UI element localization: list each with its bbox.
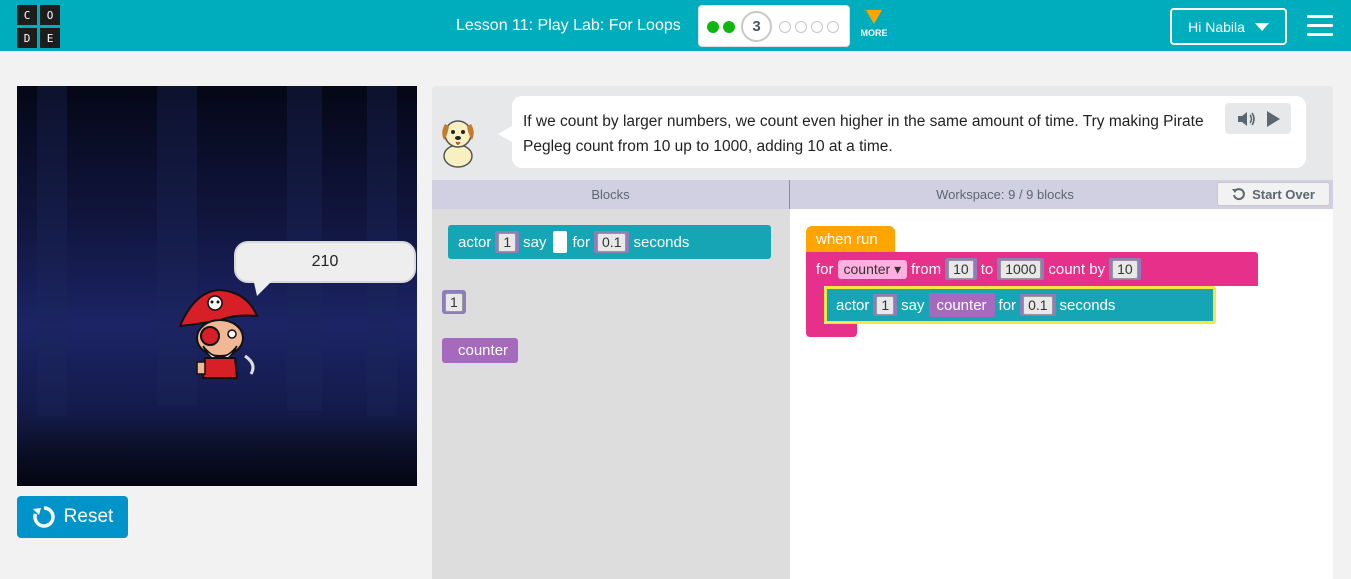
- logo-letter: C: [17, 5, 37, 25]
- speaker-icon[interactable]: [1236, 110, 1256, 128]
- workspace[interactable]: when run for counter ▾ from 10 to 1000 c…: [790, 209, 1333, 579]
- workspace-header: Blocks Workspace: 9 / 9 blocks Start Ove…: [432, 180, 1333, 209]
- top-bar: C O D E Lesson 11: Play Lab: For Loops 3…: [0, 0, 1351, 51]
- level-dot-current[interactable]: 3: [741, 11, 772, 42]
- to-number-slot[interactable]: 1000: [997, 258, 1045, 280]
- from-number-slot[interactable]: 10: [945, 258, 977, 280]
- more-label: MORE: [860, 28, 888, 38]
- say-block[interactable]: actor 1 say for 0.1 seconds: [448, 225, 771, 259]
- undo-icon: [1232, 188, 1245, 201]
- loop-footer: [806, 324, 857, 337]
- block-label: to: [980, 260, 994, 278]
- loop-body-bar: [806, 286, 824, 324]
- by-number-slot[interactable]: 10: [1109, 258, 1141, 280]
- block-label: from: [911, 260, 942, 278]
- block-label: actor: [458, 233, 492, 251]
- level-dot-completed[interactable]: [723, 21, 735, 33]
- instructions-panel: If we count by larger numbers, we count …: [432, 86, 1333, 180]
- pirate-sprite: [178, 288, 259, 379]
- more-triangle-icon: [866, 10, 882, 24]
- speech-text: 210: [311, 253, 339, 270]
- block-label: actor: [836, 296, 870, 314]
- counter-variable-block[interactable]: counter: [928, 293, 995, 317]
- instructions-bubble: If we count by larger numbers, we count …: [498, 96, 1306, 168]
- reset-button[interactable]: Reset: [17, 496, 128, 538]
- say-block[interactable]: actor 1 say counter for 0.1 seconds: [824, 286, 1216, 324]
- block-label: for: [998, 296, 1017, 314]
- hamburger-menu-icon[interactable]: [1307, 15, 1333, 37]
- level-dot[interactable]: [811, 21, 823, 33]
- level-dot[interactable]: [827, 21, 839, 33]
- reset-label: Reset: [63, 506, 114, 527]
- block-label: for: [816, 260, 834, 278]
- number-slot[interactable]: 1: [495, 231, 520, 253]
- lesson-title[interactable]: Lesson 11: Play Lab: For Loops: [456, 17, 681, 35]
- logo-letter: E: [40, 28, 60, 48]
- toolbox-title: Blocks: [591, 187, 630, 202]
- empty-slot[interactable]: [552, 231, 567, 253]
- game-canvas[interactable]: 210: [17, 86, 417, 486]
- number-slot[interactable]: 0.1: [1020, 294, 1056, 316]
- start-over-button[interactable]: Start Over: [1217, 182, 1330, 206]
- reset-icon: [32, 506, 55, 528]
- instructions-text: If we count by larger numbers, we count …: [523, 113, 1204, 155]
- toolbox: actor 1 say for 0.1 seconds 1 counter: [432, 209, 790, 579]
- workspace-title: Workspace: 9 / 9 blocks: [936, 187, 1074, 202]
- variable-dropdown[interactable]: counter ▾: [837, 259, 908, 279]
- block-label: seconds: [633, 233, 690, 251]
- speech-bubble: 210: [234, 241, 416, 283]
- block-label: when run: [816, 230, 878, 248]
- level-dot-completed[interactable]: [707, 21, 719, 33]
- user-menu-button[interactable]: Hi Nabila: [1170, 8, 1287, 45]
- when-run-block[interactable]: when run: [806, 226, 895, 252]
- variable-label: counter: [458, 342, 509, 359]
- number-slot[interactable]: 0.1: [594, 231, 630, 253]
- code-logo[interactable]: C O D E: [17, 5, 60, 48]
- block-label: count by: [1048, 260, 1106, 278]
- level-dot[interactable]: [795, 21, 807, 33]
- level-progress: 3: [698, 5, 850, 47]
- chevron-down-icon: [1254, 22, 1269, 31]
- play-icon[interactable]: [1265, 110, 1281, 128]
- logo-letter: O: [40, 5, 60, 25]
- block-label: say: [901, 296, 925, 314]
- user-greeting: Hi Nabila: [1188, 18, 1245, 35]
- block-label: say: [523, 233, 547, 251]
- number-block[interactable]: 1: [442, 290, 466, 314]
- variable-block[interactable]: counter: [442, 338, 519, 363]
- level-dot[interactable]: [779, 21, 791, 33]
- number-slot[interactable]: 1: [873, 294, 898, 316]
- block-label: for: [572, 233, 591, 251]
- for-loop-block[interactable]: for counter ▾ from 10 to 1000 count by 1…: [806, 252, 1258, 286]
- block-label: seconds: [1059, 296, 1116, 314]
- start-over-label: Start Over: [1252, 186, 1315, 202]
- logo-letter: D: [17, 28, 37, 48]
- dog-avatar-icon: [442, 120, 474, 168]
- more-button[interactable]: MORE: [856, 10, 892, 38]
- audio-controls: [1225, 103, 1291, 134]
